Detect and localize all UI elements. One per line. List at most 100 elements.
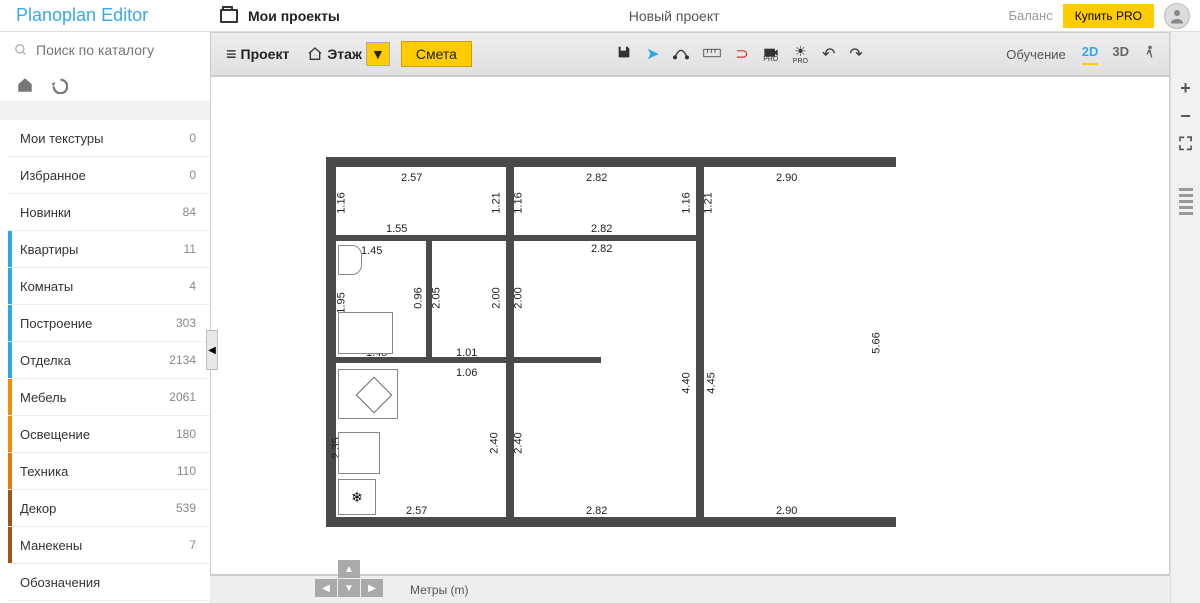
- dim-label: 1.06: [456, 367, 477, 379]
- category-count: 180: [176, 427, 196, 441]
- my-projects-label[interactable]: Мои проекты: [248, 8, 340, 24]
- category-count: 84: [183, 205, 196, 219]
- dim-label: 2.90: [776, 172, 797, 184]
- magnet-icon[interactable]: ⊃: [735, 44, 748, 64]
- category-item[interactable]: Комнаты4: [8, 268, 210, 305]
- category-item[interactable]: Обозначения: [8, 564, 210, 601]
- estimate-button[interactable]: Смета: [401, 41, 472, 67]
- floor-menu[interactable]: Этаж ▼: [300, 37, 397, 71]
- topbar-left: Мои проекты: [210, 8, 340, 24]
- category-item[interactable]: Мебель2061: [8, 379, 210, 416]
- save-icon[interactable]: [616, 44, 632, 65]
- zoom-in-icon[interactable]: +: [1178, 80, 1194, 96]
- category-item[interactable]: Новинки84: [8, 194, 210, 231]
- category-item[interactable]: Декор539: [8, 490, 210, 527]
- dim-label: 2.82: [586, 172, 607, 184]
- dim-label: 1.21: [491, 192, 503, 213]
- category-label: Новинки: [20, 205, 183, 220]
- category-list: Мои текстуры0Избранное0Новинки84Квартиры…: [8, 120, 210, 603]
- view-walk-tab[interactable]: [1143, 44, 1157, 65]
- dim-label: 1.45: [361, 245, 382, 257]
- pan-arrows[interactable]: ▲ ◀▼▶: [315, 560, 383, 597]
- dim-label: 2.00: [491, 287, 503, 308]
- category-label: Техника: [20, 464, 177, 479]
- category-count: 2061: [169, 390, 196, 404]
- floorplan-canvas[interactable]: 2.57 2.82 2.90 2.57 2.82 2.90 1.16 1.55 …: [210, 76, 1170, 575]
- arrow-left-icon[interactable]: ◀: [315, 579, 337, 597]
- avatar[interactable]: [1164, 3, 1190, 29]
- category-count: 11: [184, 242, 196, 256]
- category-label: Избранное: [20, 168, 189, 183]
- floor-dropdown-icon[interactable]: ▼: [366, 42, 390, 66]
- dim-label: 2.82: [591, 243, 612, 255]
- units-label[interactable]: Метры (m): [410, 583, 469, 597]
- dim-label: 1.01: [456, 347, 477, 359]
- dim-label: 1.55: [386, 223, 407, 235]
- floor-plan: 2.57 2.82 2.90 2.57 2.82 2.90 1.16 1.55 …: [326, 157, 1119, 547]
- search-icon: [14, 43, 28, 57]
- category-count: 2134: [169, 353, 196, 367]
- arrow-down-icon[interactable]: ▼: [338, 579, 360, 597]
- furniture-item[interactable]: [338, 245, 362, 275]
- cursor-icon[interactable]: ➤: [646, 44, 659, 64]
- category-label: Мои текстуры: [20, 131, 189, 146]
- undo-tool-icon[interactable]: ↶: [822, 44, 835, 64]
- category-count: 0: [189, 131, 196, 145]
- category-label: Отделка: [20, 353, 169, 368]
- search-row: [0, 32, 210, 68]
- training-link[interactable]: Обучение: [1006, 47, 1065, 62]
- dim-label: 2.00: [513, 287, 525, 308]
- dim-label: 2.57: [401, 172, 422, 184]
- buy-pro-button[interactable]: Купить PRO: [1063, 4, 1154, 28]
- dim-label: 1.16: [513, 192, 525, 213]
- category-item[interactable]: Техника110: [8, 453, 210, 490]
- dim-label: 5.66: [871, 332, 883, 353]
- layers-icon[interactable]: [1179, 188, 1193, 215]
- category-item[interactable]: Избранное0: [8, 157, 210, 194]
- camera-pro-icon[interactable]: PRO: [763, 46, 779, 63]
- ruler-icon[interactable]: [703, 45, 721, 63]
- house-icon: [307, 46, 323, 62]
- category-label: Манекены: [20, 538, 189, 553]
- fit-icon[interactable]: ⛶: [1178, 136, 1194, 152]
- home-icon[interactable]: [16, 76, 34, 94]
- project-menu[interactable]: ≡ Проект: [219, 39, 296, 70]
- category-label: Мебель: [20, 390, 169, 405]
- arrow-up-icon[interactable]: ▲: [338, 560, 360, 578]
- furniture-item[interactable]: [338, 432, 380, 474]
- balance-label[interactable]: Баланс: [1008, 8, 1052, 23]
- sun-pro-icon[interactable]: ☀PRO: [793, 43, 808, 65]
- view-2d-tab[interactable]: 2D: [1082, 44, 1099, 65]
- category-label: Декор: [20, 501, 176, 516]
- category-item[interactable]: Отделка2134: [8, 342, 210, 379]
- category-count: 7: [189, 538, 196, 552]
- furniture-item[interactable]: ❄: [338, 479, 376, 515]
- furniture-item[interactable]: [338, 312, 393, 354]
- search-input[interactable]: [36, 42, 186, 58]
- collapse-panel-handle[interactable]: ◀: [206, 330, 218, 370]
- toolbar-right: Обучение 2D 3D: [1006, 44, 1161, 65]
- dim-label: 2.82: [591, 223, 612, 235]
- category-item[interactable]: Освещение180: [8, 416, 210, 453]
- category-label: Комнаты: [20, 279, 189, 294]
- line-tool-icon[interactable]: [673, 44, 689, 65]
- redo-tool-icon[interactable]: ↷: [849, 44, 862, 64]
- category-item[interactable]: Мои текстуры0: [8, 120, 210, 157]
- category-item[interactable]: Манекены7: [8, 527, 210, 564]
- folder-icon[interactable]: [220, 9, 238, 23]
- dim-label: 4.45: [706, 372, 718, 393]
- category-label: Освещение: [20, 427, 176, 442]
- category-item[interactable]: Построение303: [8, 305, 210, 342]
- category-count: 4: [189, 279, 196, 293]
- view-3d-tab[interactable]: 3D: [1112, 44, 1129, 65]
- app-logo: Planoplan Editor: [0, 5, 210, 26]
- view-tabs: 2D 3D: [1082, 44, 1157, 65]
- arrow-right-icon[interactable]: ▶: [361, 579, 383, 597]
- dim-label: 2.40: [513, 432, 525, 453]
- category-count: 0: [189, 168, 196, 182]
- zoom-out-icon[interactable]: −: [1178, 108, 1194, 124]
- category-item[interactable]: Квартиры11: [8, 231, 210, 268]
- dim-label: 1.16: [336, 192, 348, 213]
- back-icon[interactable]: [50, 76, 68, 94]
- dim-label: 1.95: [336, 292, 348, 313]
